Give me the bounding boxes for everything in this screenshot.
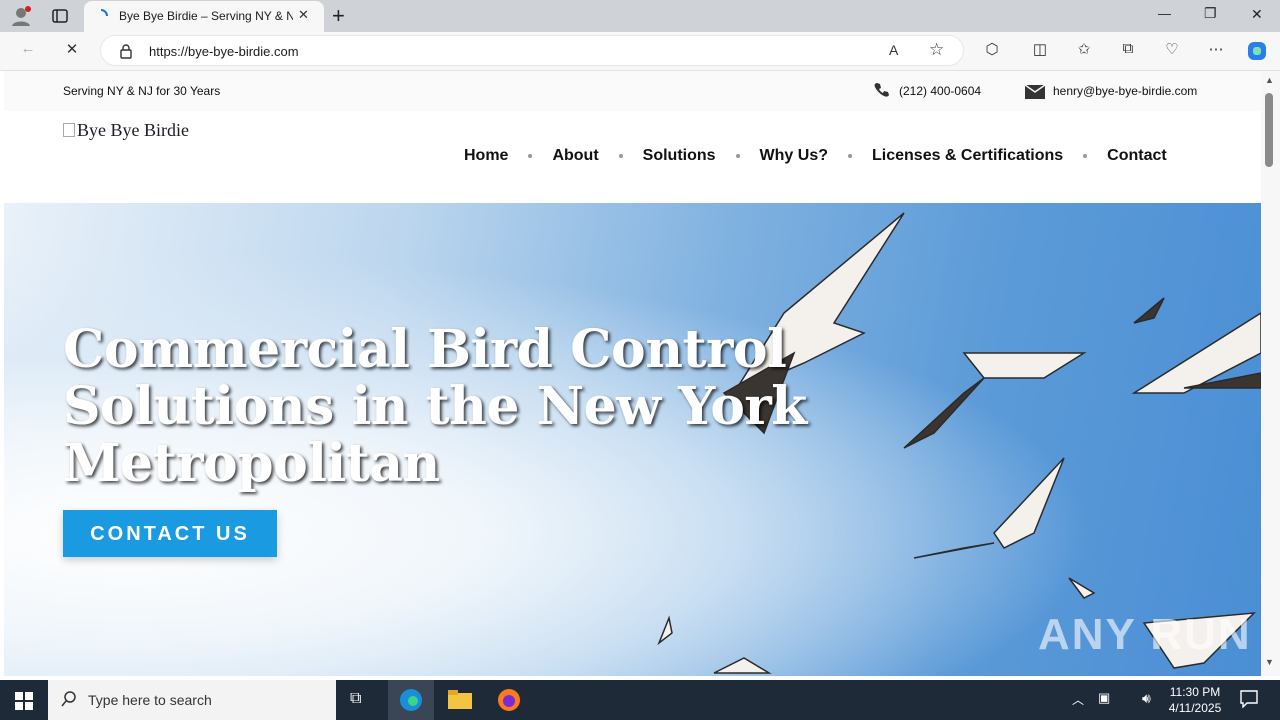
new-tab-button[interactable]: + [332,3,345,29]
windows-start-icon[interactable] [15,692,33,715]
email-link[interactable]: henry@bye-bye-birdie.com [1053,84,1197,98]
back-icon[interactable]: ← [16,40,40,57]
notification-icon[interactable] [1240,690,1258,713]
nav-separator [848,154,852,158]
nav-licenses[interactable]: Licenses & Certifications [872,147,1063,165]
scroll-up-icon[interactable]: ▲ [1265,75,1274,85]
more-options-icon[interactable]: ⋯ [1204,40,1228,58]
collections-icon[interactable]: ⧉ [1116,40,1140,57]
task-view-icon[interactable]: ⧉ [350,690,361,708]
stop-loading-icon[interactable]: ✕ [60,40,84,58]
read-aloud-icon[interactable]: A [889,42,898,58]
hero-title: Commercial Bird Control Solutions in the… [63,319,807,494]
mail-icon [1024,84,1046,104]
phone-icon [874,82,890,103]
clock-time: 11:30 PM [1169,685,1221,699]
browser-essentials-icon[interactable]: ♡ [1160,40,1184,58]
hero-section: Commercial Bird Control Solutions in the… [4,203,1261,676]
firefox-icon[interactable] [497,688,521,717]
nav-separator [1083,154,1088,158]
address-bar[interactable]: https://bye-bye-birdie.com A ☆ [100,35,964,66]
edge-taskbar-icon[interactable] [388,680,434,720]
anyrun-watermark: ANY RUN [1038,610,1252,659]
extensions-icon[interactable]: ⬡ [980,40,1004,58]
nav-contact[interactable]: Contact [1107,147,1167,165]
nav-solutions[interactable]: Solutions [643,147,716,165]
favorites-icon[interactable]: ✩ [1072,40,1096,58]
url-text[interactable]: https://bye-bye-birdie.com [149,44,299,59]
taskbar-search[interactable]: Type here to search [48,680,336,720]
network-icon[interactable]: ▣ [1098,690,1110,706]
browser-tab[interactable]: Bye Bye Birdie – Serving NY & NJ ✕ [84,1,324,32]
phone-link[interactable]: (212) 400-0604 [899,84,981,98]
contact-us-button[interactable]: CONTACT US [63,510,277,557]
nav-home[interactable]: Home [464,147,508,165]
split-screen-icon[interactable]: ◫ [1028,40,1052,58]
loading-icon [94,9,108,28]
taskbar-clock[interactable]: 11:30 PM 4/11/2025 [1160,684,1230,716]
scroll-down-icon[interactable]: ▼ [1265,657,1274,667]
windows-taskbar: Type here to search ⧉ ︿ ▣ 🔊︎ 11:30 PM 4/… [0,680,1280,720]
speaker-icon[interactable]: 🔊︎ [1142,690,1151,707]
file-explorer-icon[interactable] [448,690,472,715]
nav-separator [735,154,740,158]
clock-date: 4/11/2025 [1168,701,1222,715]
minimize-button[interactable]: — [1158,6,1171,21]
nav-separator [528,154,533,158]
top-info-bar: Serving NY & NJ for 30 Years (212) 400-0… [4,71,1261,111]
lock-icon[interactable] [119,43,133,64]
close-window-button[interactable]: ✕ [1251,6,1263,23]
tab-title: Bye Bye Birdie – Serving NY & NJ [119,9,293,23]
search-icon [61,691,77,712]
nav-about[interactable]: About [552,147,598,165]
copilot-icon[interactable] [1246,40,1268,67]
favorite-star-icon[interactable]: ☆ [929,40,944,60]
search-placeholder: Type here to search [88,692,212,708]
nav-separator [618,154,623,158]
restore-button[interactable]: ❐ [1204,5,1217,22]
nav-why-us[interactable]: Why Us? [760,147,828,165]
tray-chevron-icon[interactable]: ︿ [1072,691,1084,708]
web-page: Serving NY & NJ for 30 Years (212) 400-0… [4,71,1261,676]
page-scrollbar[interactable]: ▲ ▼ [1261,71,1280,676]
tab-close-icon[interactable]: ✕ [298,7,309,23]
profile-icon[interactable] [10,5,32,32]
main-nav: Home About Solutions Why Us? Licenses & … [464,147,1167,165]
tab-strip: Bye Bye Birdie – Serving NY & NJ ✕ + — ❐… [0,0,1280,32]
site-header: Bye Bye Birdie Home About Solutions Why … [4,111,1261,203]
scroll-thumb[interactable] [1265,93,1273,167]
site-logo[interactable]: Bye Bye Birdie [63,120,189,141]
tagline: Serving NY & NJ for 30 Years [63,84,221,98]
tab-actions-icon[interactable] [52,8,68,29]
broken-image-icon [63,123,75,137]
logo-alt-text: Bye Bye Birdie [77,120,189,140]
